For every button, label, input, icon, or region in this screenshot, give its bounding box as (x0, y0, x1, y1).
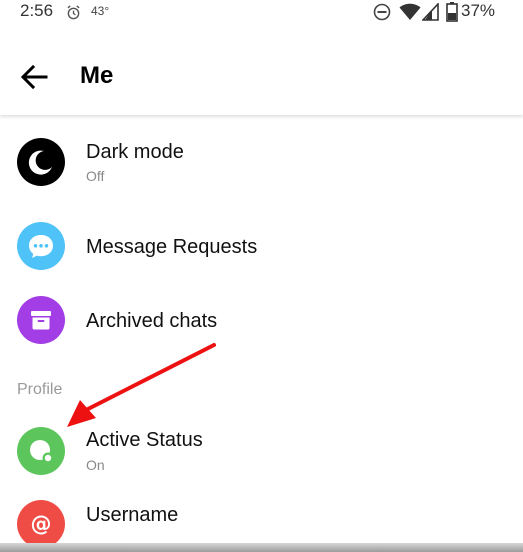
message-requests-label: Message Requests (86, 236, 258, 258)
at-sign-icon: @ (17, 500, 65, 548)
active-status-value: On (86, 457, 105, 473)
active-status-icon (17, 427, 65, 475)
do-not-disturb-icon (373, 3, 391, 21)
arrow-left-icon[interactable] (14, 62, 52, 92)
screen-bottom-edge (0, 543, 523, 552)
archived-chats-label: Archived chats (86, 310, 218, 332)
dark-mode-value: Off (86, 168, 105, 184)
battery-icon (446, 2, 458, 22)
active-status-label: Active Status (86, 429, 203, 451)
battery-percentage: 37% (461, 1, 496, 20)
archive-box-icon (17, 296, 65, 344)
signal-icon (422, 3, 439, 21)
dark-mode-label: Dark mode (86, 141, 184, 163)
list-item-archived-chats[interactable]: Archived chats (0, 290, 523, 350)
app-bar: Me (0, 24, 523, 115)
moon-icon (17, 138, 65, 186)
status-bar: 2:56 43° 37% (0, 0, 523, 24)
section-header-profile: Profile (17, 381, 63, 398)
list-item-message-requests[interactable]: Message Requests (0, 216, 523, 276)
status-temperature: 43° (91, 4, 110, 18)
alarm-icon (67, 5, 80, 20)
list-item-dark-mode[interactable]: Dark mode Off (0, 130, 523, 200)
wifi-icon (399, 3, 421, 20)
username-label: Username (86, 504, 179, 526)
chat-bubble-icon (17, 222, 65, 270)
status-time: 2:56 (20, 1, 54, 20)
list-item-active-status[interactable]: Active Status On (0, 418, 523, 486)
page-title: Me (80, 62, 114, 89)
svg-text:@: @ (31, 512, 52, 536)
